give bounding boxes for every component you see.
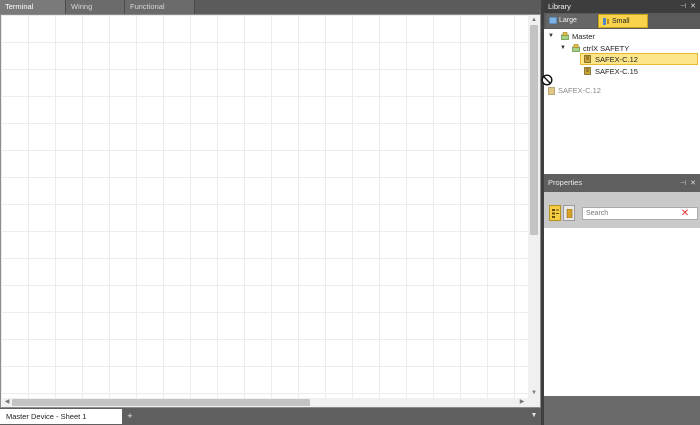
- tree-item-master[interactable]: Master: [572, 31, 595, 42]
- small-icons-button[interactable]: Small icons: [598, 14, 648, 39]
- scroll-right-icon[interactable]: ▶: [516, 398, 528, 407]
- small-icons-icon: [603, 18, 609, 25]
- categorized-view-button[interactable]: [549, 205, 561, 221]
- properties-panel-title: Properties: [544, 174, 700, 192]
- drag-ghost-label: SAFEX-C.12: [558, 86, 601, 95]
- tab-wiring-scheme[interactable]: Wiring Scheme: [66, 0, 125, 25]
- properties-close-icon[interactable]: ✕: [689, 177, 697, 190]
- drawing-canvas[interactable]: [1, 15, 528, 398]
- pin-icon[interactable]: ⊣: [679, 0, 687, 13]
- properties-description-area: [544, 396, 700, 425]
- horizontal-scroll-thumb[interactable]: [12, 399, 310, 406]
- sheet-tab[interactable]: Master Device - Sheet 1: [0, 409, 122, 424]
- module-icon: [584, 55, 591, 63]
- module-icon: [584, 67, 591, 75]
- scrollbar-corner: [528, 398, 540, 407]
- master-node-icon: [561, 32, 569, 40]
- alphabetical-view-button[interactable]: [563, 205, 575, 221]
- tab-functional-scheme[interactable]: Functional Scheme: [125, 0, 195, 25]
- properties-grid: [544, 228, 700, 396]
- no-drop-cursor-icon: [541, 74, 553, 86]
- close-icon[interactable]: ✕: [689, 0, 697, 13]
- add-sheet-button[interactable]: +: [125, 409, 135, 424]
- tree-item-safex-c15[interactable]: SAFEX-C.15: [595, 66, 638, 77]
- categorized-icon: [552, 209, 559, 218]
- expand-master-chevron-icon[interactable]: ▼: [547, 31, 555, 42]
- library-panel-title: Library: [544, 0, 700, 13]
- large-icons-button[interactable]: Large icons: [546, 14, 597, 38]
- clear-search-icon[interactable]: ✕: [680, 208, 690, 219]
- tree-item-safex-c12[interactable]: SAFEX-C.12: [595, 54, 638, 65]
- tab-terminal-scheme[interactable]: Terminal Scheme: [0, 0, 66, 25]
- sort-alpha-icon: [566, 209, 573, 218]
- expand-group-chevron-icon[interactable]: ▼: [559, 43, 567, 54]
- large-icons-icon: [549, 17, 557, 24]
- scroll-down-icon[interactable]: ▼: [528, 388, 540, 398]
- vertical-scroll-thumb[interactable]: [530, 25, 538, 235]
- properties-pin-icon[interactable]: ⊣: [679, 177, 687, 190]
- scroll-up-icon[interactable]: ▲: [528, 15, 540, 25]
- group-node-icon: [572, 44, 580, 52]
- drag-module-icon: [548, 87, 555, 95]
- sheet-list-chevron-icon[interactable]: ▼: [529, 410, 539, 422]
